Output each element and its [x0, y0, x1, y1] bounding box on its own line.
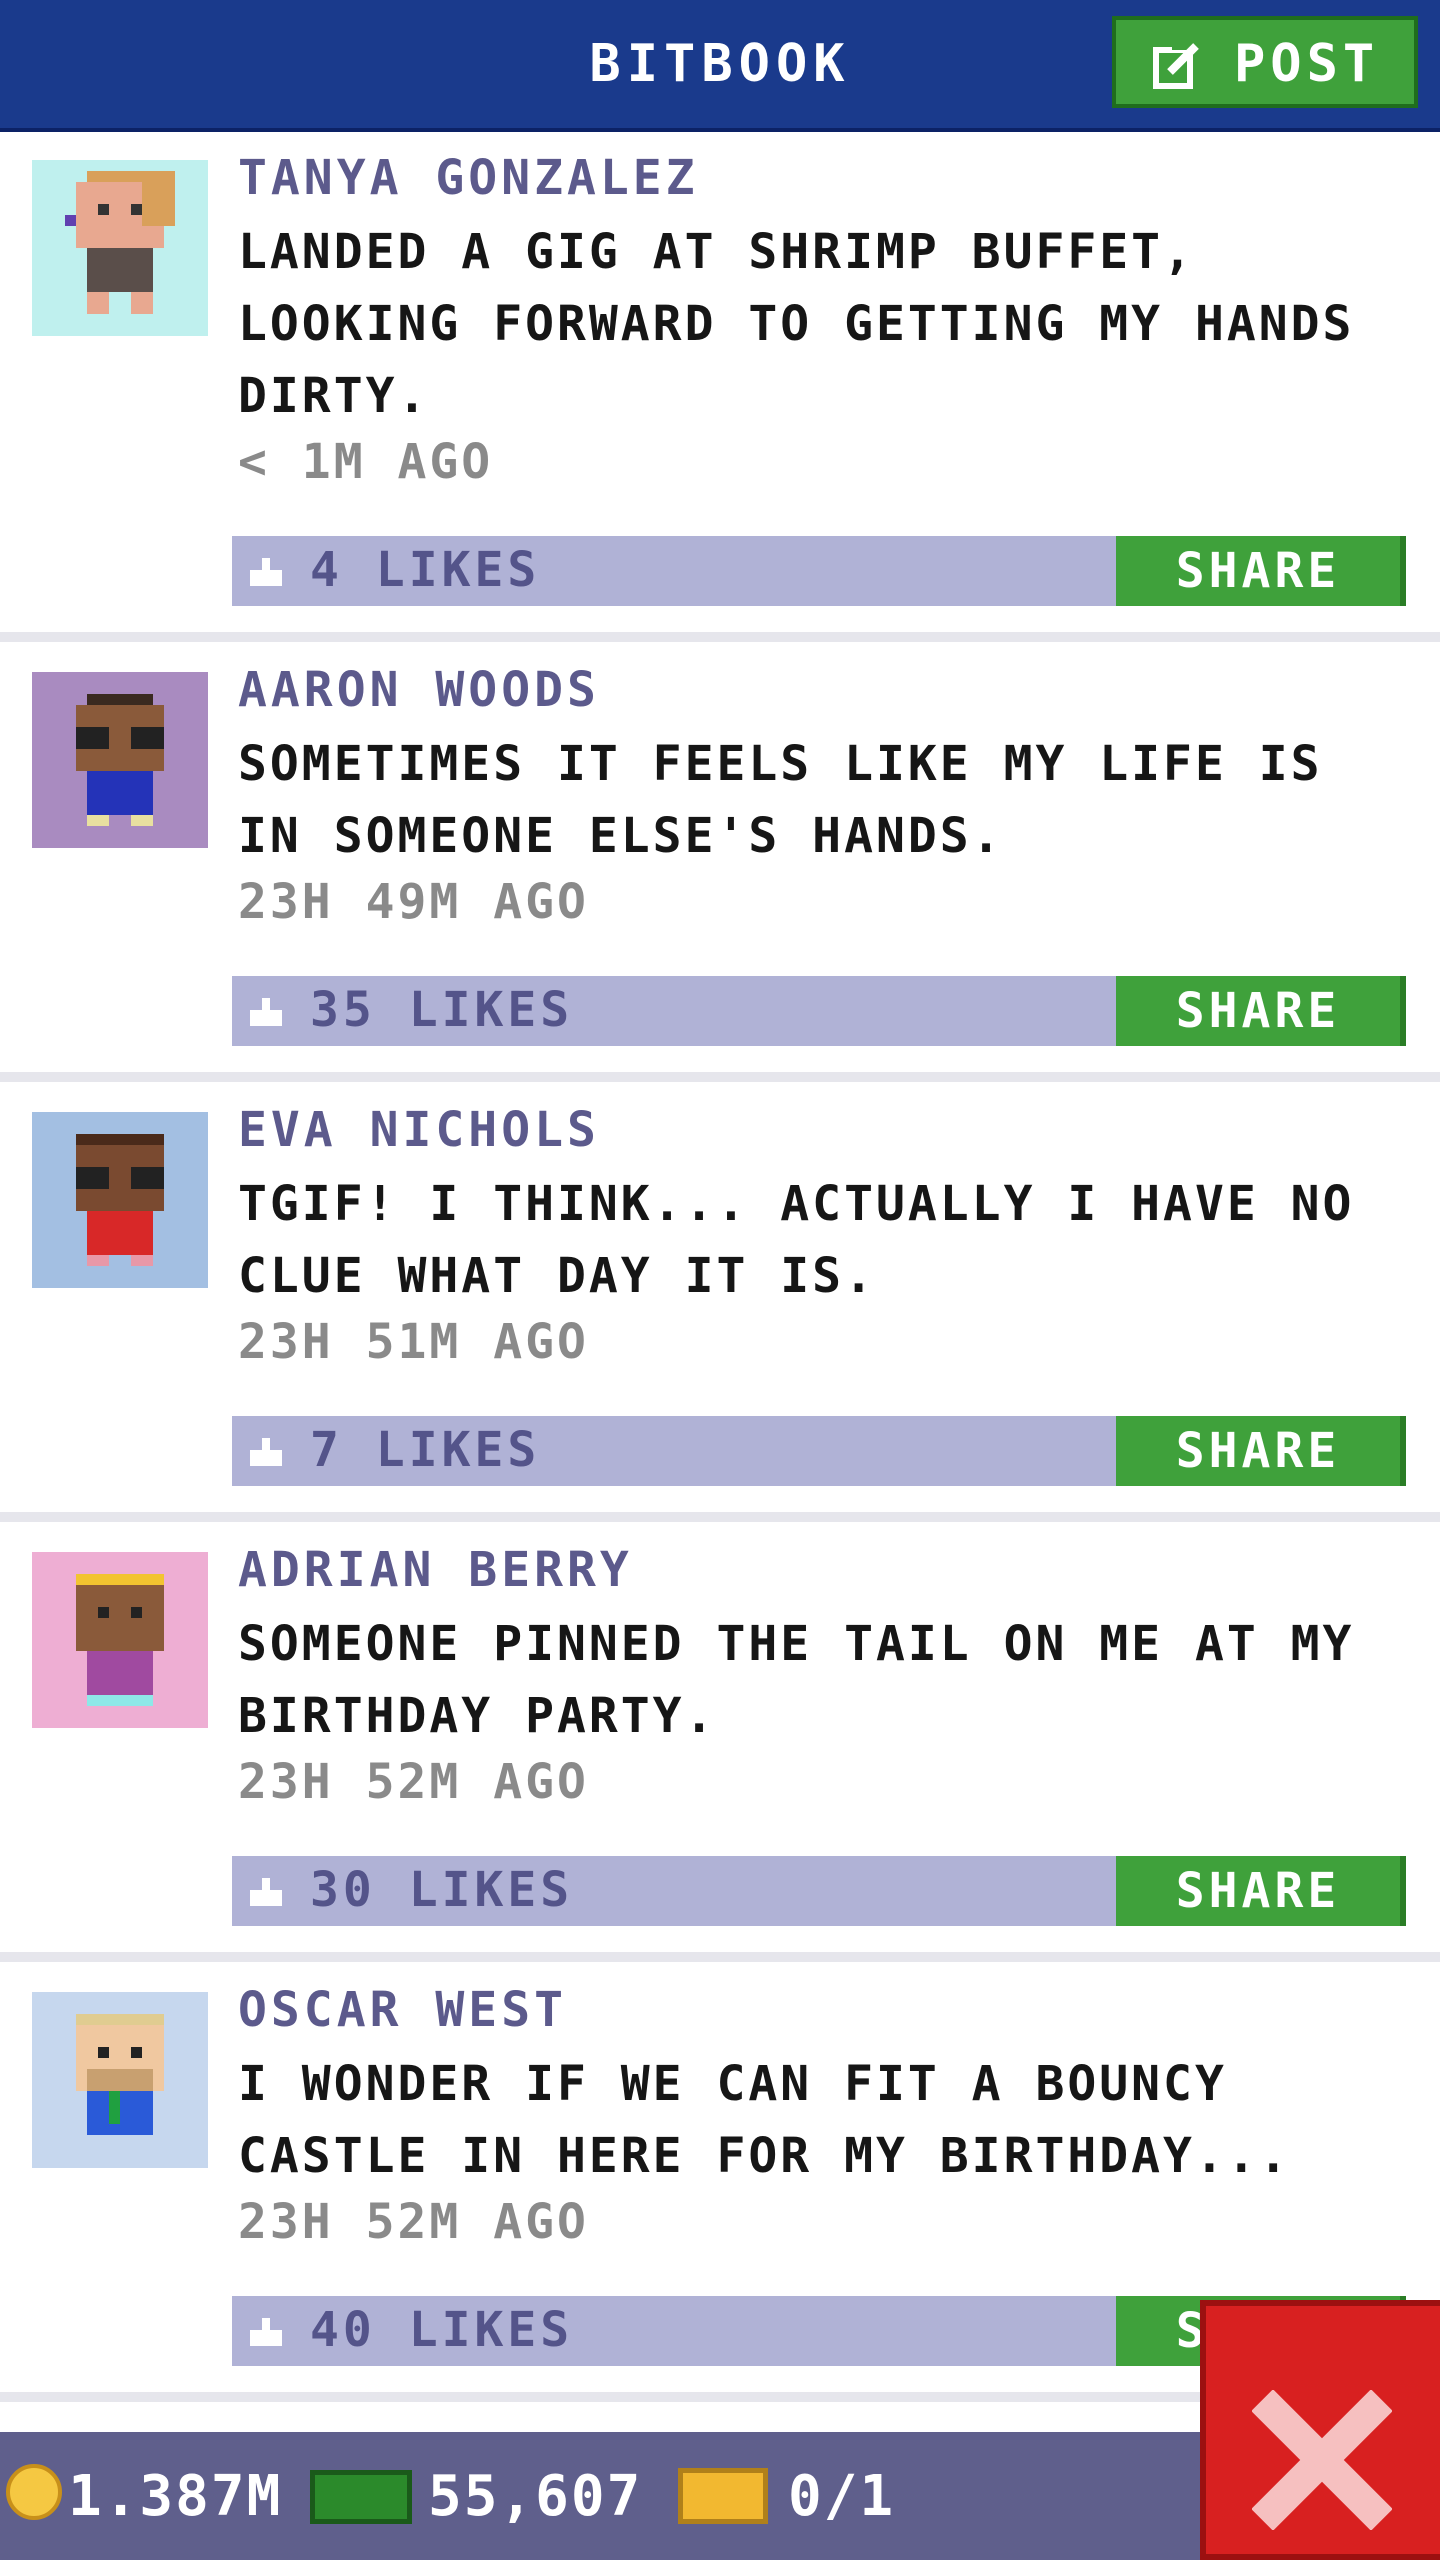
post-button[interactable]: POST [1112, 16, 1418, 108]
likes-count: 4 LIKES [310, 542, 541, 598]
coin-icon [6, 2464, 62, 2520]
likes-count: 7 LIKES [310, 1422, 541, 1478]
share-button[interactable]: SHARE [1116, 976, 1406, 1046]
feed-post: TANYA GONZALEZ LANDED A GIG AT SHRIMP BU… [0, 132, 1440, 642]
close-icon [1252, 2390, 1392, 2530]
like-bar: 30 LIKES SHARE [232, 1856, 1406, 1926]
coins-value: 1.387M [68, 2464, 283, 2529]
app-header: BITBOOK POST [0, 0, 1440, 132]
share-button[interactable]: SHARE [1116, 536, 1406, 606]
post-text: TGIF! I THINK... ACTUALLY I HAVE NO CLUE… [238, 1176, 1355, 1304]
post-time: 23H 49M AGO [238, 874, 589, 930]
post-text: LANDED A GIG AT SHRIMP BUFFET, LOOKING F… [238, 224, 1355, 424]
post-time: 23H 52M AGO [238, 2194, 589, 2250]
thumbs-up-icon[interactable] [246, 2310, 286, 2350]
post-time: 23H 51M AGO [238, 1314, 589, 1370]
post-author: OSCAR WEST [238, 1982, 567, 2038]
avatar[interactable] [32, 1552, 208, 1728]
post-text: SOMETIMES IT FEELS LIKE MY LIFE IS IN SO… [238, 736, 1323, 864]
post-text: SOMEONE PINNED THE TAIL ON ME AT MY BIRT… [238, 1616, 1355, 1744]
feed-post: ADRIAN BERRY SOMEONE PINNED THE TAIL ON … [0, 1522, 1440, 1962]
likes-count: 30 LIKES [310, 1862, 574, 1918]
thumbs-up-icon[interactable] [246, 550, 286, 590]
post-text: I WONDER IF WE CAN FIT A BOUNCY CASTLE I… [238, 2056, 1291, 2184]
thumbs-up-icon[interactable] [246, 1430, 286, 1470]
post-author: ADRIAN BERRY [238, 1542, 633, 1598]
avatar[interactable] [32, 1112, 208, 1288]
feed-list: TANYA GONZALEZ LANDED A GIG AT SHRIMP BU… [0, 132, 1440, 2402]
post-author: EVA NICHOLS [238, 1102, 600, 1158]
post-button-label: POST [1234, 34, 1380, 94]
thumbs-up-icon[interactable] [246, 1870, 286, 1910]
avatar[interactable] [32, 672, 208, 848]
share-button[interactable]: SHARE [1116, 1856, 1406, 1926]
post-time: 23H 52M AGO [238, 1754, 589, 1810]
edit-icon [1153, 42, 1200, 89]
post-time: < 1M AGO [238, 434, 494, 490]
like-bar: 35 LIKES SHARE [232, 976, 1406, 1046]
thumbs-up-icon[interactable] [246, 990, 286, 1030]
like-bar: 7 LIKES SHARE [232, 1416, 1406, 1486]
feed-post: AARON WOODS SOMETIMES IT FEELS LIKE MY L… [0, 642, 1440, 1082]
close-button[interactable] [1200, 2300, 1440, 2560]
feed-post: EVA NICHOLS TGIF! I THINK... ACTUALLY I … [0, 1082, 1440, 1522]
post-author: TANYA GONZALEZ [238, 150, 699, 206]
cash-icon [310, 2470, 412, 2524]
share-button[interactable]: SHARE [1116, 1416, 1406, 1486]
post-author: AARON WOODS [238, 662, 600, 718]
likes-count: 40 LIKES [310, 2302, 574, 2358]
like-bar: 4 LIKES SHARE [232, 536, 1406, 606]
likes-count: 35 LIKES [310, 982, 574, 1038]
bux-value: 55,607 [428, 2464, 643, 2529]
avatar[interactable] [32, 1992, 208, 2168]
avatar[interactable] [32, 160, 208, 336]
ticket-icon [678, 2468, 768, 2524]
tickets-value: 0/1 [788, 2464, 896, 2529]
